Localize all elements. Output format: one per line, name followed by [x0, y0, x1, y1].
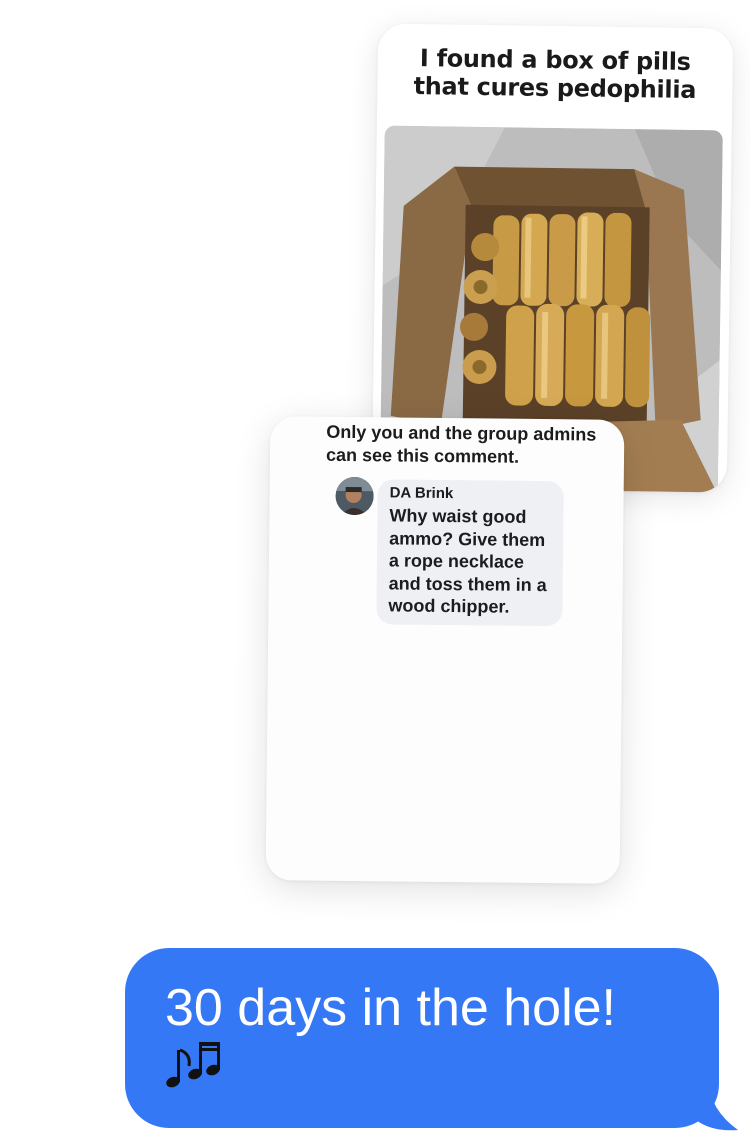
comment-bubble[interactable]: DA Brink Why waist good ammo? Give them …: [376, 479, 564, 627]
message-text: 30 days in the hole!: [165, 979, 616, 1037]
comment-text: Why waist good ammo? Give them a rope ne…: [388, 505, 547, 617]
profile-photo: [335, 476, 374, 516]
comment-author[interactable]: DA Brink: [390, 483, 554, 505]
imessage-bubble[interactable]: 30 days in the hole!: [125, 948, 719, 1128]
musical-notes-icon: [166, 1042, 220, 1088]
privacy-note: Only you and the group admins can see th…: [325, 421, 597, 467]
meme-caption: I found a box of pills that cures pedoph…: [413, 44, 697, 104]
comment-screenshot-card[interactable]: Only you and the group admins can see th…: [265, 416, 625, 884]
avatar[interactable]: [335, 476, 374, 516]
